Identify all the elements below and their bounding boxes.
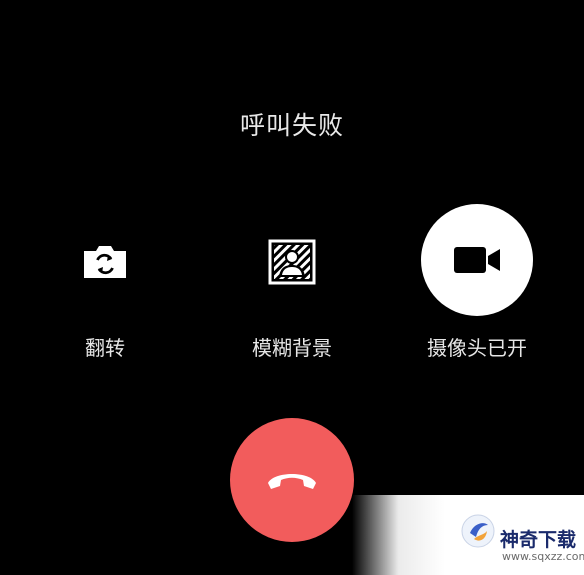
watermark-logo-icon xyxy=(461,514,495,548)
camera-status-label: 摄像头已开 xyxy=(427,336,527,360)
video-call-screen: 呼叫失败 翻转 模糊背景 摄像头已开 神奇下载 www.sqxzz.com xyxy=(0,0,584,575)
flip-label: 翻转 xyxy=(85,336,125,360)
watermark-title: 神奇下载 xyxy=(500,529,577,551)
watermark-url: www.sqxzz.com xyxy=(502,550,584,563)
camera-toggle-button[interactable]: 摄像头已开 xyxy=(410,204,544,361)
flip-icon-container xyxy=(55,232,155,292)
flip-camera-button[interactable]: 翻转 xyxy=(55,232,155,361)
blur-background-label: 模糊背景 xyxy=(252,336,332,360)
watermark: 神奇下载 www.sqxzz.com xyxy=(352,495,584,575)
camera-flip-icon xyxy=(84,246,126,278)
blur-background-icon xyxy=(268,239,316,285)
blur-background-button[interactable]: 模糊背景 xyxy=(236,232,348,361)
camera-toggle-circle xyxy=(421,204,533,316)
blur-icon-container xyxy=(236,232,348,292)
video-camera-icon xyxy=(454,247,500,273)
call-status-text: 呼叫失败 xyxy=(239,111,344,140)
hangup-button[interactable] xyxy=(230,418,354,542)
phone-hangup-icon xyxy=(268,474,316,489)
